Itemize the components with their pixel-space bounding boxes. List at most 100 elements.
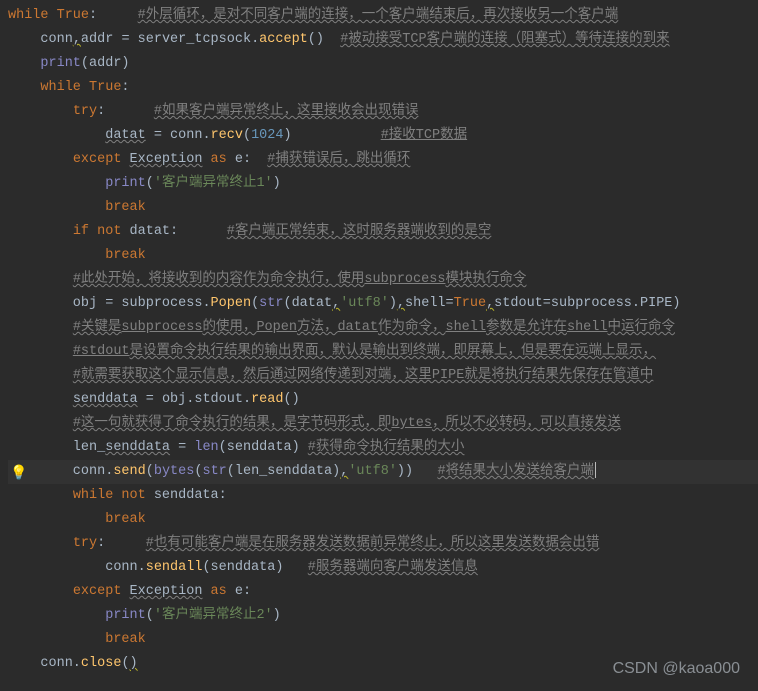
code-token: = [121,32,129,47]
builtin-name: str [259,296,283,311]
code-line[interactable]: #此处开始，将接收到的内容作为命令执行，使用subprocess模块执行命令 [8,268,758,292]
code-token: ) [273,176,281,191]
comment-text: #客户端正常结束，这时服务器端收到的是空 [227,224,492,239]
comment-text: #关键是 [73,320,122,335]
code-line[interactable]: break [8,508,758,532]
keyword: except [73,152,130,167]
code-line[interactable]: except Exception as e: #捕获错误后，跳出循环 [8,148,758,172]
code-token: subprocess. [113,296,210,311]
code-token: Exception [130,152,203,167]
function-name: recv [211,128,243,143]
builtin-name: print [105,176,146,191]
comment-text: datat [337,320,378,335]
lightbulb-icon[interactable]: 💡 [10,462,27,486]
comment-text: 模块执行命令 [445,272,526,287]
code-token: addr [81,32,122,47]
code-line[interactable]: conn.send(bytes(str(len_senddata),'utf8'… [8,460,758,484]
code-line[interactable]: print('客户端异常终止1') [8,172,758,196]
code-editor[interactable]: while True: #外层循环，是对不同客户端的连接，一个客户端结束后，再次… [0,4,758,676]
code-line[interactable]: senddata = obj.stdout.read() [8,388,758,412]
builtin-name: print [40,56,81,71]
comment-text: #stdout [73,344,130,359]
code-line[interactable]: conn,addr = server_tcpsock.accept() #被动接… [8,28,758,52]
code-line[interactable]: conn.sendall(senddata) #服务器端向客户端发送信息 [8,556,758,580]
code-token: ) [389,296,397,311]
comment-text: bytes [391,416,432,431]
code-line[interactable]: #stdout是设置命令执行结果的输出界面，默认是输出到终端，即屏幕上，但是要在… [8,340,758,364]
code-token: datat [105,128,146,143]
code-token [97,8,138,23]
code-token: conn. [162,128,211,143]
code-token: , [486,296,494,311]
code-line[interactable]: while True: #外层循环，是对不同客户端的连接，一个客户端结束后，再次… [8,4,758,28]
code-line[interactable]: print('客户端异常终止2') [8,604,758,628]
keyword: if not [73,224,130,239]
code-token: ( [146,608,154,623]
code-token: ( [251,296,259,311]
comment-text: #这一句就获得了命令执行的结果，是字节码形式，即 [73,416,392,431]
code-token [170,440,178,455]
comment-text: #此处开始，将接收到的内容作为命令执行，使用 [73,272,365,287]
comment-text: 的使用， [202,320,256,335]
keyword: except [73,584,130,599]
code-line[interactable]: while True: [8,76,758,100]
code-token: datat: [130,224,227,239]
code-token: = [446,296,454,311]
comment-text: #将结果大小发送给客户端 [437,464,594,479]
keyword: break [105,200,146,215]
watermark: CSDN @kaoa000 [613,657,740,681]
code-line[interactable]: if not datat: #客户端正常结束，这时服务器端收到的是空 [8,220,758,244]
code-token: e: [235,584,251,599]
comment-text: subprocess [121,320,202,335]
code-token: () [308,32,340,47]
keyword: True [454,296,486,311]
code-line[interactable]: try: #也有可能客户端是在服务器发送数据前异常终止，所以这里发送数据会出错 [8,532,758,556]
code-line[interactable]: len_senddata = len(senddata) #获得命令执行结果的大… [8,436,758,460]
code-line[interactable]: try: #如果客户端异常终止，这里接收会出现错误 [8,100,758,124]
code-line[interactable]: break [8,244,758,268]
comment-text: #外层循环，是对不同客户端的连接，一个客户端结束后，再次接收另一个客户端 [138,8,619,23]
code-token: , [73,32,81,47]
code-token: ) [130,656,138,671]
code-token: : [89,8,97,23]
code-token: = [543,296,551,311]
code-token: (datat [283,296,332,311]
code-line[interactable]: #就需要获取这个显示信息，然后通过网络传递到对端，这里PIPE就是将执行结果先保… [8,364,758,388]
keyword: try [73,104,97,119]
string-literal: '客户端异常终止1' [154,176,273,191]
code-line[interactable]: datat = conn.recv(1024) #接收TCP数据 [8,124,758,148]
keyword: True [89,80,121,95]
comment-text: Popen [256,320,297,335]
code-token: obj.stdout. [154,392,251,407]
comment-text: #接收TCP数据 [381,128,467,143]
keyword: as [202,584,234,599]
string-literal: 'utf8' [340,296,389,311]
builtin-name: str [202,464,226,479]
code-line[interactable]: except Exception as e: [8,580,758,604]
code-line[interactable]: while not senddata: [8,484,758,508]
code-token: (addr) [81,56,130,71]
code-token: (senddata) [219,440,308,455]
code-line[interactable]: break [8,196,758,220]
code-line[interactable]: break [8,628,758,652]
code-token: (len_senddata) [227,464,340,479]
comment-text: subprocess [364,272,445,287]
keyword: while not [73,488,154,503]
code-token: = [146,392,154,407]
code-line[interactable]: obj = subprocess.Popen(str(datat,'utf8')… [8,292,758,316]
comment-text: 是设置命令执行结果的输出界面，默认是输出到终端，即屏幕上，但是要在远端上显示， [130,344,657,359]
number-literal: 1024 [251,128,283,143]
comment-text: #也有可能客户端是在服务器发送数据前异常终止，所以这里发送数据会出错 [146,536,600,551]
keyword: try [73,536,97,551]
comment-text: 方法， [297,320,338,335]
comment-text: #获得命令执行结果的大小 [308,440,465,455]
comment-text: ，所以不必转码，可以直接发送 [432,416,621,431]
keyword: break [105,632,146,647]
code-token: senddata: [154,488,227,503]
function-name: sendall [146,560,203,575]
code-line[interactable]: print(addr) [8,52,758,76]
code-token: ) [273,608,281,623]
code-token: ( [146,176,154,191]
code-line[interactable]: #这一句就获得了命令执行的结果，是字节码形式，即bytes，所以不必转码，可以直… [8,412,758,436]
code-line[interactable]: #关键是subprocess的使用，Popen方法，datat作为命令，shel… [8,316,758,340]
